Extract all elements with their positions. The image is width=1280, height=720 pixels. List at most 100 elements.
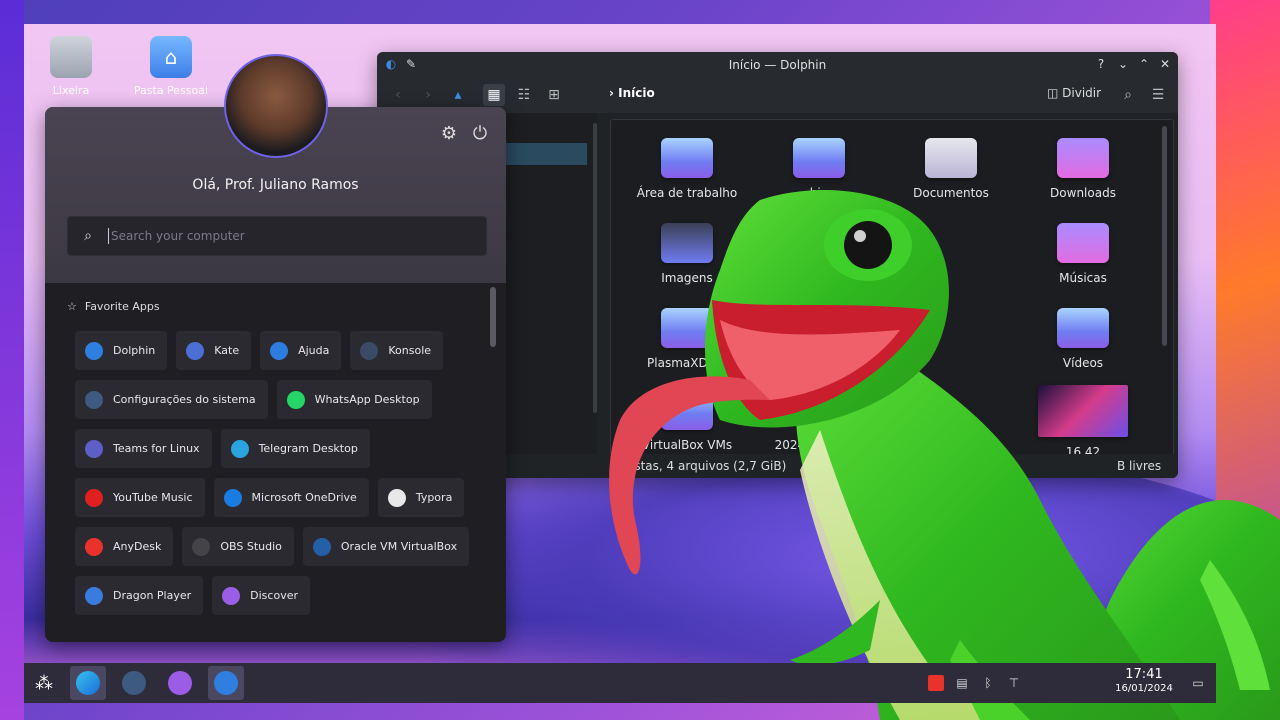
breadcrumb-label: Início (618, 86, 655, 100)
back-button[interactable]: ‹ (387, 84, 409, 106)
application-launcher: ⚙ ⏻ Olá, Prof. Juliano Ramos ⌕ ☆ Favorit… (45, 107, 506, 642)
folder-item[interactable]: VirtualBox VMs (627, 390, 747, 452)
status-summary: astas, 4 arquivos (2,7 GiB) (627, 459, 787, 473)
desktop-icon-home[interactable]: ⌂ Pasta Pessoal (126, 36, 216, 97)
breadcrumb[interactable]: › Início (609, 86, 655, 100)
file-item[interactable]: 2024-01-16 16 (759, 438, 879, 452)
favorite-app-button[interactable]: Discover (212, 576, 310, 615)
settings-app-icon (122, 671, 146, 695)
file-view-scrollbar[interactable] (1162, 126, 1167, 346)
favorite-app-button[interactable]: Telegram Desktop (220, 429, 370, 468)
menu-button[interactable]: ☰ (1147, 84, 1169, 106)
clock[interactable]: 17:41 16/01/2024 (1109, 668, 1179, 696)
folder-item[interactable]: Imagens (627, 223, 747, 285)
bluetooth-icon[interactable]: ᛒ (980, 675, 996, 691)
favorite-app-button[interactable]: Configurações do sistema (75, 380, 268, 419)
folder-item[interactable]: Área de trabalho (627, 138, 747, 200)
app-label: Discover (250, 589, 298, 602)
taskbar-app-discover[interactable] (162, 666, 198, 700)
folder-item[interactable]: Músicas (1023, 223, 1143, 285)
folder-item[interactable]: PlasmaXDark (627, 308, 747, 370)
image-thumbnail (1038, 385, 1128, 437)
taskbar-app-settings[interactable] (116, 666, 152, 700)
app-icon (286, 390, 305, 409)
title-bar: ◐ ✎ Início — Dolphin ? ⌄ ⌃ ✕ (377, 52, 1178, 77)
search-input[interactable] (108, 228, 473, 244)
places-scrollbar[interactable] (593, 123, 597, 413)
desktop-icon-trash[interactable]: Lixeira (26, 36, 116, 97)
anydesk-tray-icon[interactable] (928, 675, 944, 691)
app-icon (192, 537, 211, 556)
app-label: Telegram Desktop (258, 442, 358, 455)
favorite-app-button[interactable]: Ajuda (260, 331, 342, 370)
folder-label: PlasmaXDark (647, 356, 727, 370)
folder-item[interactable]: Vídeos (1023, 308, 1143, 370)
app-icon (230, 439, 249, 458)
folder-item[interactable]: Downloads (1023, 138, 1143, 200)
dolphin-icon (214, 671, 238, 695)
clipboard-icon[interactable]: ▤ (954, 675, 970, 691)
favorite-apps-grid: Dolphin Kate Ajuda Konsole Configurações do … (75, 331, 495, 615)
app-icon (85, 390, 103, 409)
compact-view-button[interactable]: ☷ (513, 84, 535, 106)
folder-icon (661, 390, 713, 430)
discover-icon (168, 671, 192, 695)
file-label: 2024-01-16 16 (774, 438, 864, 452)
power-icon[interactable]: ⏻ (469, 123, 491, 145)
app-icon (223, 488, 242, 507)
up-button[interactable]: ▴ (447, 84, 469, 106)
trash-icon (50, 36, 92, 78)
app-icon (85, 586, 103, 605)
app-icon (360, 341, 379, 360)
settings-icon[interactable]: ⚙ (438, 123, 460, 145)
launcher-button[interactable]: ⁂ (26, 666, 62, 700)
maximize-button[interactable]: ⌃ (1136, 56, 1152, 72)
folder-icon (793, 138, 845, 178)
forward-button[interactable]: › (417, 84, 439, 106)
folder-item[interactable]: Documentos (891, 138, 1011, 200)
app-label: Kate (214, 344, 240, 357)
minimize-button[interactable]: ⌄ (1115, 56, 1131, 72)
app-label: Dragon Player (113, 589, 192, 602)
favorite-app-button[interactable]: Teams for Linux (75, 429, 212, 468)
folder-icon (661, 223, 713, 263)
folder-item[interactable]: bin (759, 138, 879, 200)
favorite-app-button[interactable]: Dolphin (75, 331, 168, 370)
places-selected-item[interactable] (505, 143, 587, 165)
app-label: Microsoft OneDrive (251, 491, 357, 504)
favorite-app-button[interactable]: Microsoft OneDrive (213, 478, 369, 517)
screen-border-left (0, 0, 24, 720)
split-button[interactable]: ◫ Dividir (1047, 86, 1101, 100)
favorite-app-button[interactable]: Konsole (350, 331, 444, 370)
favorite-app-button[interactable]: Typora (377, 478, 465, 517)
details-view-button[interactable]: ⊞ (543, 84, 565, 106)
desktop-icon-label: Pasta Pessoal (133, 84, 209, 97)
favorite-app-button[interactable]: WhatsApp Desktop (276, 380, 432, 419)
folder-label: Downloads (1050, 186, 1116, 200)
favorite-app-button[interactable]: AnyDesk (75, 527, 174, 566)
folder-label: VirtualBox VMs (641, 438, 733, 452)
folder-icon (1057, 308, 1109, 348)
file-view: Área de trabalho bin Documentos Download… (610, 119, 1174, 456)
file-item[interactable]: 16 42 (1023, 385, 1143, 455)
favorite-app-button[interactable]: YouTube Music (75, 478, 205, 517)
taskbar-app-dolphin[interactable] (208, 666, 244, 700)
avatar[interactable] (224, 54, 328, 158)
network-icon[interactable]: ⊤ (1006, 675, 1022, 691)
search-box[interactable]: ⌕ (67, 216, 487, 256)
help-button[interactable]: ? (1093, 56, 1109, 72)
app-label: Typora (415, 491, 453, 504)
favorite-app-button[interactable]: Oracle VM VirtualBox (302, 527, 470, 566)
app-label: YouTube Music (113, 491, 193, 504)
zoom-label[interactable]: Zoo (852, 459, 875, 473)
app-icon (85, 341, 103, 360)
favorite-app-button[interactable]: OBS Studio (182, 527, 294, 566)
favorite-app-button[interactable]: Dragon Player (75, 576, 204, 615)
search-button[interactable]: ⌕ (1117, 84, 1139, 106)
show-desktop-icon[interactable]: ▭ (1190, 675, 1206, 691)
favorite-app-button[interactable]: Kate (176, 331, 252, 370)
app-icon (85, 537, 103, 556)
icons-view-button[interactable]: ▦ (483, 84, 505, 106)
close-button[interactable]: ✕ (1157, 56, 1173, 72)
taskbar-app-edge[interactable] (70, 666, 106, 700)
